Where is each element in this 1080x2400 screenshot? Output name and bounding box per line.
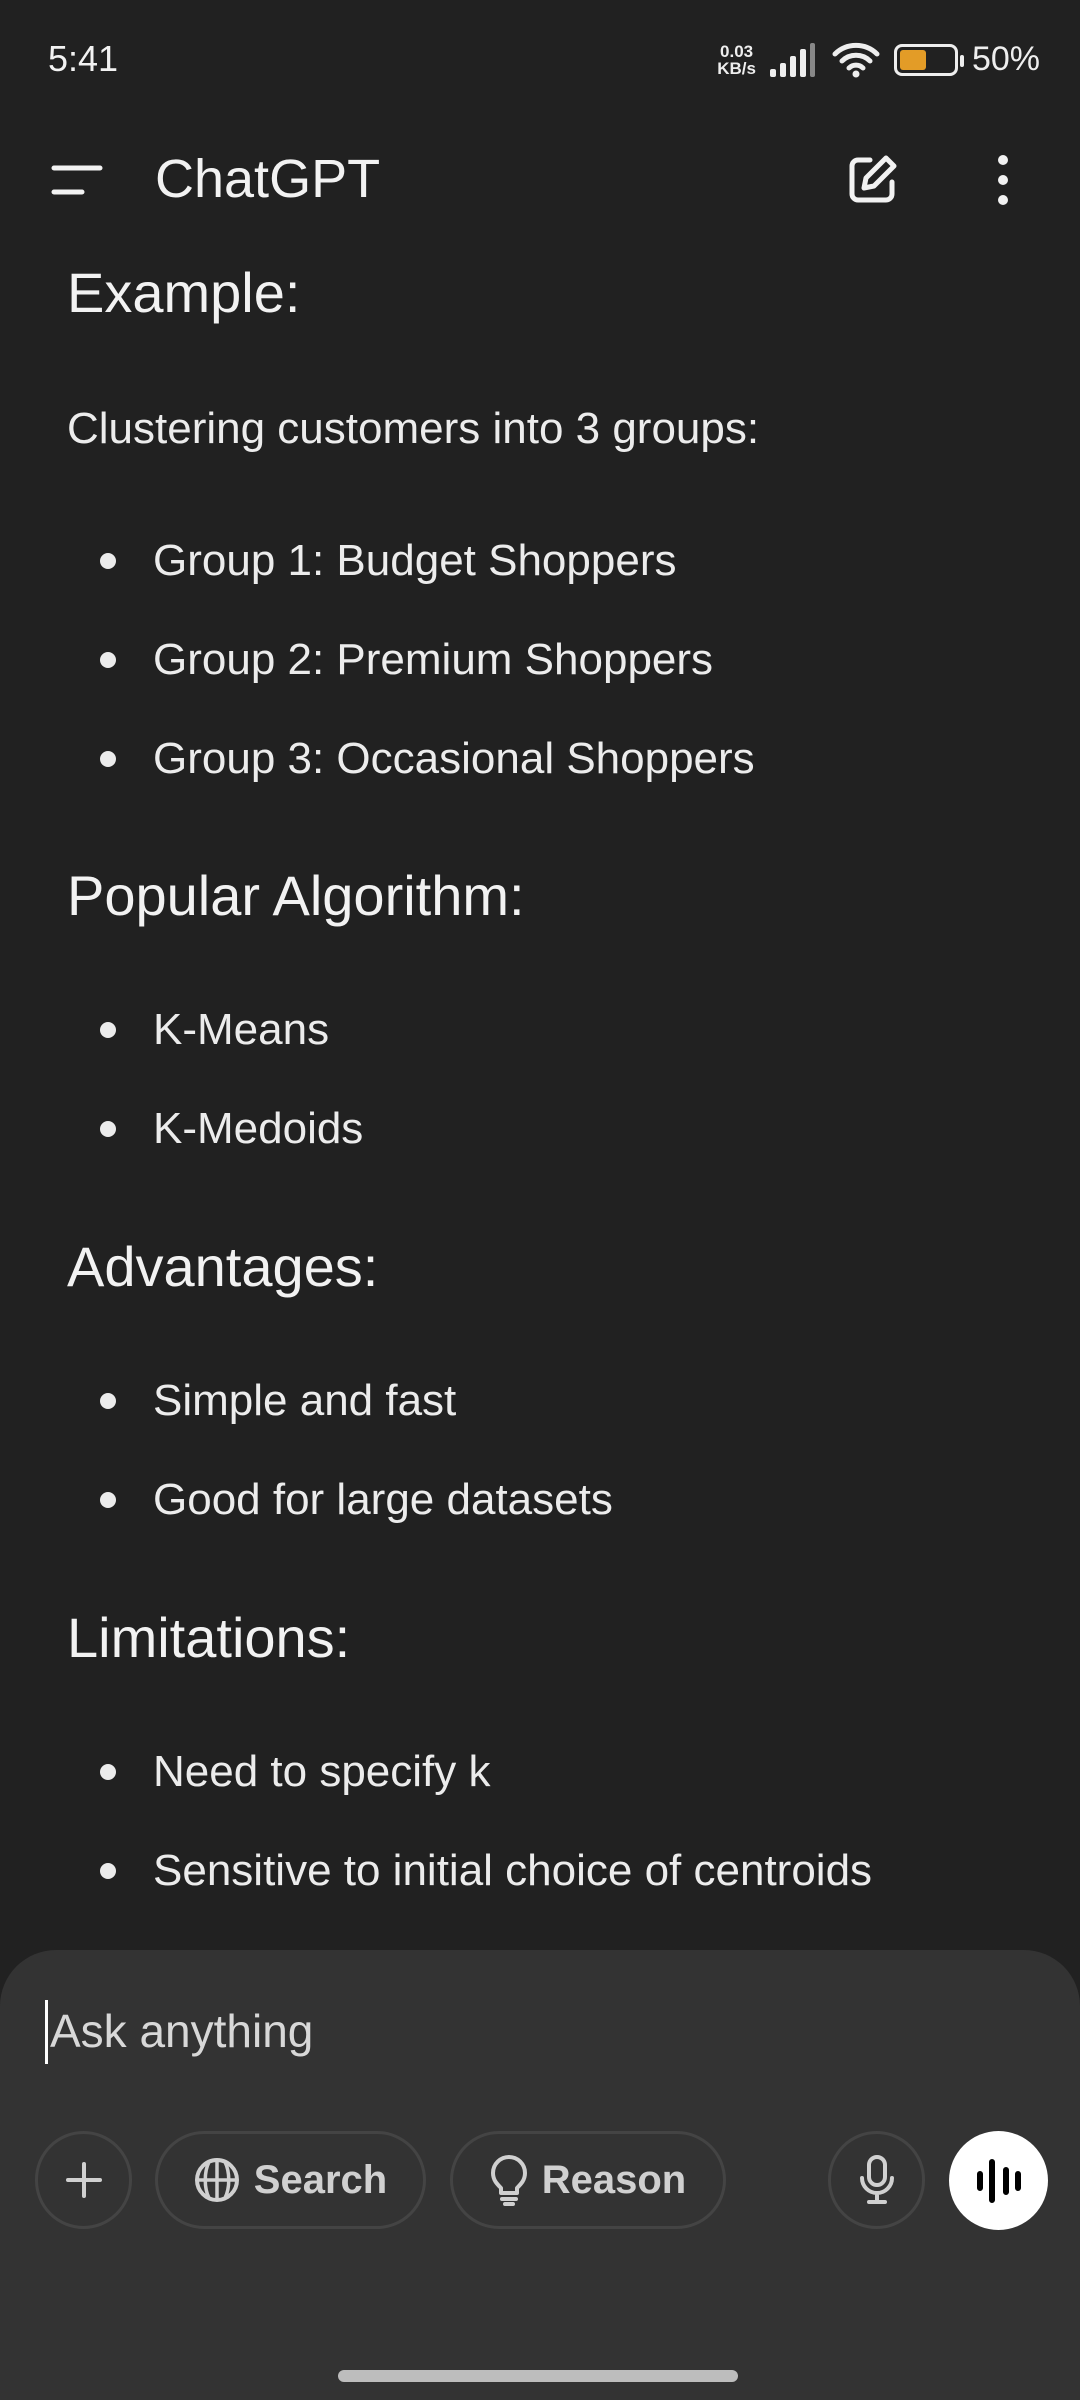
bullet-icon	[100, 1863, 116, 1879]
hamburger-icon[interactable]	[50, 162, 104, 198]
net-speed: 0.03 KB/s	[717, 41, 756, 78]
plus-icon	[65, 2162, 102, 2198]
list-item: Group 1: Budget Shoppers	[100, 536, 676, 586]
signal-icon	[769, 42, 815, 77]
edit-icon[interactable]	[844, 152, 900, 208]
battery-percent: 50%	[971, 40, 1040, 78]
advantages-heading: Advantages:	[67, 1235, 379, 1298]
wifi-icon	[832, 42, 880, 77]
list-item: K-Medoids	[100, 1104, 363, 1154]
microphone-icon	[859, 2155, 894, 2204]
bullet-icon	[100, 1764, 116, 1780]
status-icons: 0.03 KB/s 50%	[717, 40, 1040, 79]
voice-mode-button[interactable]	[949, 2131, 1048, 2230]
list-item: Group 2: Premium Shoppers	[100, 635, 713, 685]
bullet-icon	[100, 1022, 116, 1038]
bullet-icon	[100, 1121, 116, 1137]
page-title: ChatGPT	[155, 149, 381, 209]
search-button[interactable]: Search	[155, 2131, 426, 2229]
example-intro: Clustering customers into 3 groups:	[67, 404, 760, 453]
bullet-icon	[100, 1492, 116, 1508]
list-item: Group 3: Occasional Shoppers	[100, 734, 755, 784]
bullet-icon	[100, 553, 116, 569]
bullet-icon	[100, 1393, 116, 1409]
list-item: Sensitive to initial choice of centroids	[100, 1846, 872, 1896]
waveform-icon	[976, 2158, 1021, 2203]
attach-button[interactable]	[35, 2131, 132, 2229]
algorithm-heading: Popular Algorithm:	[67, 864, 525, 927]
list-item: K-Means	[100, 1005, 329, 1055]
home-indicator[interactable]	[338, 2370, 738, 2382]
reason-button[interactable]: Reason	[450, 2131, 726, 2229]
list-item: Good for large datasets	[100, 1475, 613, 1525]
lightbulb-icon	[490, 2155, 527, 2206]
globe-icon	[194, 2158, 239, 2202]
bullet-icon	[100, 751, 116, 767]
bullet-icon	[100, 652, 116, 668]
battery-icon	[893, 43, 964, 76]
message-input[interactable]: Ask anything	[45, 2000, 313, 2064]
list-item: Need to specify k	[100, 1747, 491, 1797]
limitations-heading: Limitations:	[67, 1606, 351, 1669]
more-vert-icon[interactable]	[992, 152, 1014, 208]
status-time: 5:41	[48, 38, 119, 79]
dictate-button[interactable]	[828, 2131, 925, 2229]
list-item: Simple and fast	[100, 1376, 456, 1426]
example-heading: Example:	[67, 261, 301, 324]
